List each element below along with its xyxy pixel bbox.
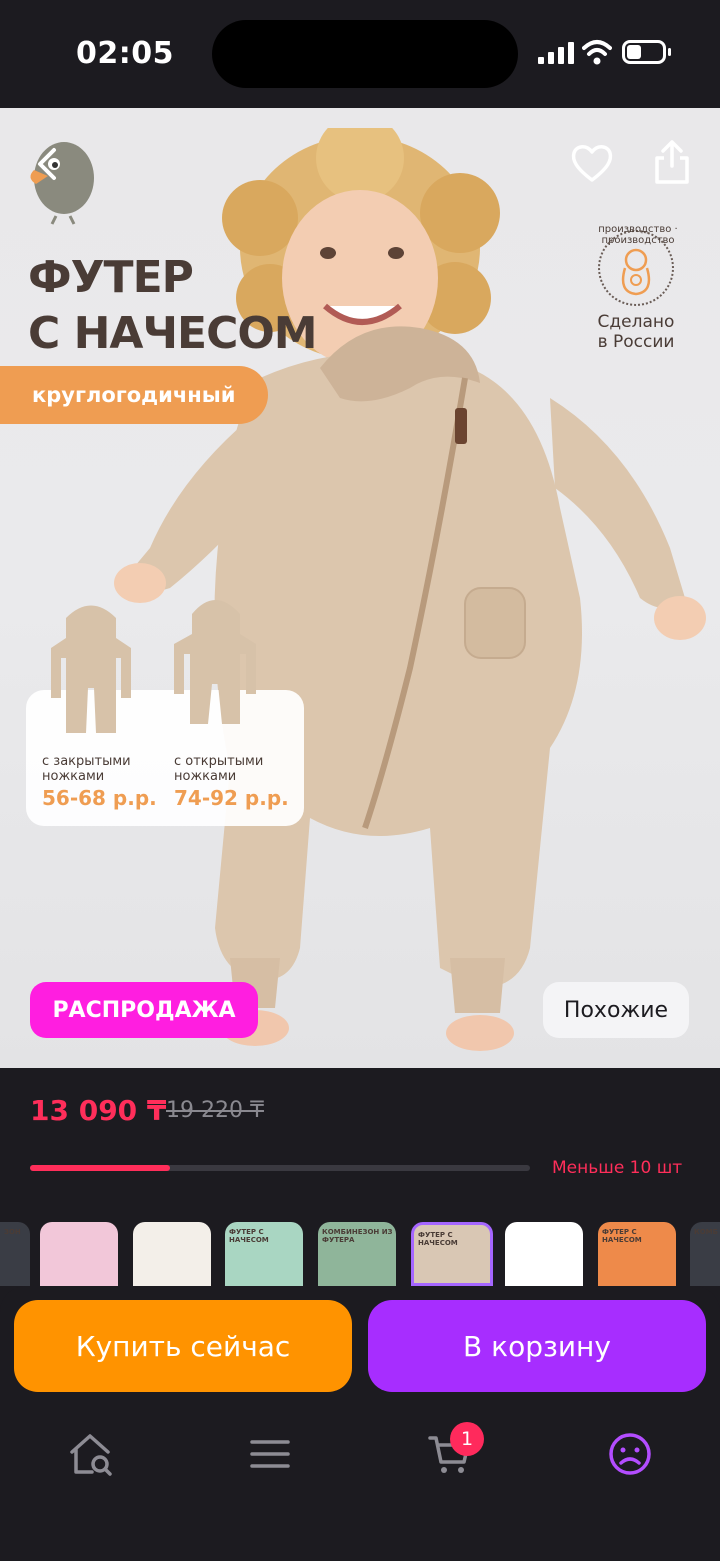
purchase-actions: Купить сейчас В корзину (0, 1286, 720, 1408)
size-caption-open: с открытыми ножками (174, 754, 264, 784)
bottom-tab-bar: 1 (0, 1408, 720, 1561)
menu-icon[interactable] (246, 1430, 294, 1478)
status-time: 02:05 (76, 36, 174, 71)
current-price: 13 090 ₸ (30, 1094, 167, 1127)
made-in-russia-badge: производство · производство Сделано в Ро… (584, 224, 688, 360)
variant-thumbnails: ЗОН ФУТЕР С НАЧЕСОМ КОМБИНЕЗОН ИЗ ФУТЕРА… (0, 1220, 720, 1286)
size-range-open: 74-92 р.р. (174, 786, 289, 810)
variant-thumbnail-selected[interactable]: ФУТЕР С НАЧЕСОМ (411, 1222, 493, 1286)
variant-thumbnail[interactable]: КОМБИНЕЗОН ИЗ ФУТЕРА (318, 1222, 396, 1286)
variant-thumbnail[interactable]: ЗОН (0, 1222, 30, 1286)
profile-icon[interactable] (606, 1430, 654, 1478)
cart-count-badge: 1 (450, 1422, 484, 1456)
variant-thumbnail[interactable]: ФУТЕР С НАЧЕСОМ (598, 1222, 676, 1286)
share-icon[interactable] (652, 138, 692, 186)
dynamic-island (212, 20, 518, 88)
variant-thumbnail[interactable] (505, 1222, 583, 1286)
back-chevron-icon[interactable] (30, 144, 70, 184)
variant-thumbnail[interactable] (40, 1222, 118, 1286)
hero-title: ФУТЕР С НАЧЕСОМ (28, 252, 318, 359)
matryoshka-icon (621, 248, 651, 296)
stock-label: Меньше 10 шт (552, 1158, 683, 1178)
heart-icon[interactable] (570, 142, 614, 184)
stock-progress-fill (30, 1165, 170, 1171)
battery-icon (622, 40, 671, 64)
stock-progress-bar (30, 1165, 530, 1171)
signal-icon (538, 42, 574, 64)
made-in-text: Сделано в России (597, 312, 675, 352)
home-search-icon[interactable] (66, 1430, 114, 1478)
wifi-icon (582, 40, 612, 65)
similar-button[interactable]: Похожие (543, 982, 689, 1038)
status-bar: 02:05 (0, 0, 720, 108)
hero-season-pill: круглогодичный (0, 366, 268, 424)
product-image[interactable]: ФУТЕР С НАЧЕСОМ круглогодичный производс… (0, 108, 720, 1068)
open-feet-suit-image (174, 600, 256, 724)
sale-badge[interactable]: РАСПРОДАЖА (30, 982, 258, 1038)
variant-thumbnail[interactable]: ФУТЕР С НАЧЕСОМ (225, 1222, 303, 1286)
buy-now-button[interactable]: Купить сейчас (14, 1300, 352, 1392)
variant-thumbnail[interactable]: КОМБ (690, 1222, 720, 1286)
add-to-cart-button[interactable]: В корзину (368, 1300, 706, 1392)
closed-feet-suit-image (51, 605, 131, 733)
size-caption-closed: с закрытыми ножками (42, 754, 131, 784)
badge-ring-text: производство · производство (598, 224, 678, 246)
size-range-closed: 56-68 р.р. (42, 786, 157, 810)
variant-thumbnail[interactable] (133, 1222, 211, 1286)
old-price: 19 220 ₸ (166, 1098, 264, 1123)
